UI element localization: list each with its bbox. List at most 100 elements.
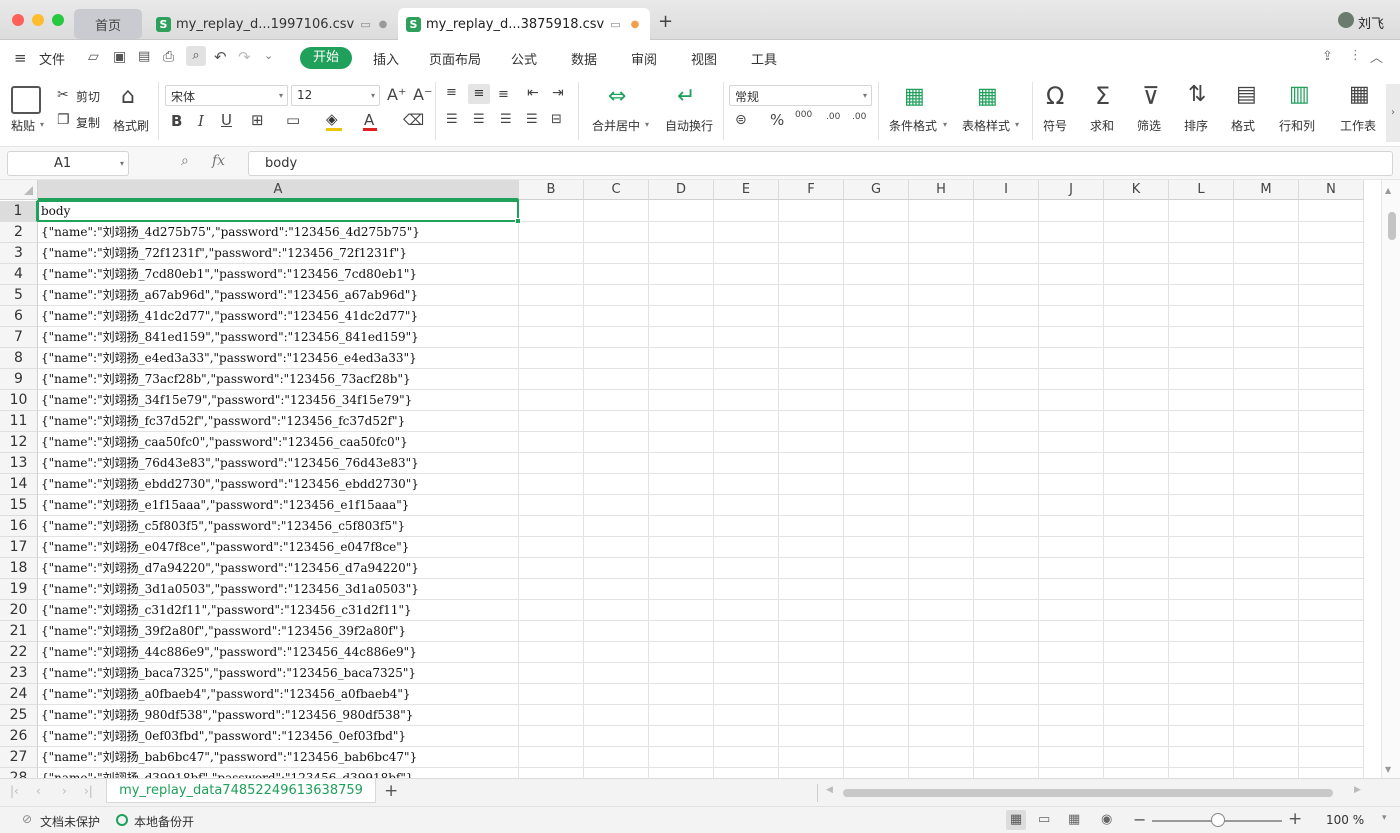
tab-formula[interactable]: 公式 <box>511 49 537 68</box>
print-icon[interactable]: ⎙ <box>163 49 174 65</box>
font-name-select[interactable]: 宋体 ▾ <box>165 85 288 106</box>
select-all-corner[interactable] <box>0 180 38 200</box>
table-cell[interactable]: {"name":"刘翊扬_3d1a0503","password":"12345… <box>38 579 518 600</box>
column-header-K[interactable]: K <box>1104 180 1169 200</box>
merge-center-icon[interactable]: ⇔ <box>608 86 626 108</box>
zoom-out-icon[interactable]: − <box>1133 810 1146 829</box>
column-header-A[interactable]: A <box>38 180 519 200</box>
thousands-separator-icon[interactable]: 000 <box>795 111 812 120</box>
spreadsheet-grid[interactable]: ABCDEFGHIJKLMN 1 body 2 {"name":"刘翊扬_4d275b… <box>0 180 1381 778</box>
table-cell[interactable]: {"name":"刘翊扬_d7a94220","password":"12345… <box>38 558 518 579</box>
zoom-search-icon[interactable]: ⌕ <box>181 153 189 169</box>
table-cell[interactable]: {"name":"刘翊扬_44c886e9","password":"12345… <box>38 642 518 663</box>
table-cell[interactable]: {"name":"刘翊扬_ebdd2730","password":"12345… <box>38 474 518 495</box>
worksheet-icon[interactable]: ▦ <box>1349 84 1370 106</box>
first-sheet-icon[interactable]: |‹ <box>10 784 19 798</box>
table-style-icon[interactable]: ▦ <box>977 86 998 108</box>
paste-icon[interactable] <box>11 86 41 114</box>
conditional-format-icon[interactable]: ▦ <box>904 86 925 108</box>
redo-icon[interactable]: ↷ <box>238 48 251 66</box>
table-cell[interactable]: {"name":"刘翊扬_73acf28b","password":"12345… <box>38 369 518 390</box>
increase-font-icon[interactable]: A⁺ <box>387 87 406 103</box>
row-header[interactable]: 2 <box>0 222 38 243</box>
column-header-L[interactable]: L <box>1169 180 1234 200</box>
sort-icon[interactable]: ⇅ <box>1188 84 1206 106</box>
row-header[interactable]: 5 <box>0 285 38 306</box>
sort-label[interactable]: 排序 <box>1184 117 1208 134</box>
clear-format-icon[interactable]: ⌫ <box>403 113 424 128</box>
row-header[interactable]: 24 <box>0 684 38 705</box>
column-header-B[interactable]: B <box>519 180 584 200</box>
eye-protection-icon[interactable]: ◉ <box>1101 812 1112 827</box>
zoom-window-button[interactable] <box>52 14 64 26</box>
table-cell[interactable]: {"name":"刘翊扬_a67ab96d","password":"12345… <box>38 285 518 306</box>
tab-dot-icon[interactable]: ● <box>379 19 388 30</box>
normal-view-icon[interactable]: ▦ <box>1006 810 1026 830</box>
zoom-in-icon[interactable]: + <box>1288 809 1302 829</box>
tab-tools[interactable]: 工具 <box>751 49 777 68</box>
row-header[interactable]: 18 <box>0 558 38 579</box>
table-cell[interactable]: {"name":"刘翊扬_4d275b75","password":"12345… <box>38 222 518 243</box>
save-icon[interactable]: ▣ <box>113 49 126 65</box>
column-header-G[interactable]: G <box>844 180 909 200</box>
add-sheet-button[interactable]: + <box>384 781 398 801</box>
row-header[interactable]: 21 <box>0 621 38 642</box>
copy-label[interactable]: 复制 <box>76 114 100 131</box>
column-header-I[interactable]: I <box>974 180 1039 200</box>
formula-input[interactable]: body <box>248 151 1393 176</box>
last-sheet-icon[interactable]: ›| <box>84 784 93 798</box>
table-cell[interactable]: {"name":"刘翊扬_e047f8ce","password":"12345… <box>38 537 518 558</box>
table-cell[interactable]: {"name":"刘翊扬_0ef03fbd","password":"12345… <box>38 726 518 747</box>
sum-label[interactable]: 求和 <box>1090 117 1114 134</box>
font-size-select[interactable]: 12 ▾ <box>291 85 380 106</box>
align-top-icon[interactable]: ≡ <box>446 86 457 99</box>
copy-icon[interactable]: ❐ <box>57 113 70 127</box>
scroll-up-icon[interactable]: ▲ <box>1385 186 1391 195</box>
column-header-J[interactable]: J <box>1039 180 1104 200</box>
column-header-N[interactable]: N <box>1299 180 1364 200</box>
table-cell[interactable]: {"name":"刘翊扬_e1f15aaa","password":"12345… <box>38 495 518 516</box>
align-middle-icon[interactable]: ≡ <box>468 84 490 104</box>
open-folder-icon[interactable]: ▱ <box>88 49 99 65</box>
wrap-text-icon[interactable]: ↵ <box>677 86 695 108</box>
prev-sheet-icon[interactable]: ‹ <box>36 784 41 798</box>
worksheet-label[interactable]: 工作表 <box>1340 117 1376 134</box>
table-cell[interactable]: {"name":"刘翊扬_d39918bf","password":"12345… <box>38 768 518 778</box>
scissors-icon[interactable]: ✂ <box>57 88 69 102</box>
avatar[interactable] <box>1338 12 1354 28</box>
row-col-icon[interactable]: ▥ <box>1289 84 1310 106</box>
table-style-label[interactable]: 表格样式 <box>962 117 1010 134</box>
backup-status[interactable]: 本地备份开 <box>134 813 194 830</box>
column-header-C[interactable]: C <box>584 180 649 200</box>
align-right-icon[interactable]: ☰ <box>500 113 512 126</box>
tab-view[interactable]: 视图 <box>691 49 717 68</box>
scroll-left-icon[interactable]: ◀ <box>826 785 833 795</box>
row-header[interactable]: 20 <box>0 600 38 621</box>
zoom-slider-knob[interactable] <box>1211 813 1225 827</box>
sheet-tab[interactable]: my_replay_data74852249613638759 <box>106 779 376 803</box>
percent-icon[interactable]: % <box>770 113 784 128</box>
row-header[interactable]: 26 <box>0 726 38 747</box>
sigma-icon[interactable]: Σ <box>1095 84 1110 108</box>
menu-file[interactable]: 文件 <box>39 49 65 68</box>
border-icon[interactable]: ⊞ <box>251 113 264 128</box>
tab-start[interactable]: 开始 <box>300 47 352 69</box>
table-cell[interactable]: {"name":"刘翊扬_caa50fc0","password":"12345… <box>38 432 518 453</box>
decrease-font-icon[interactable]: A⁻ <box>413 87 432 103</box>
row-header[interactable]: 16 <box>0 516 38 537</box>
format-label[interactable]: 格式 <box>1231 117 1255 134</box>
more-icon[interactable]: ⋮ <box>1349 48 1362 63</box>
row-header[interactable]: 8 <box>0 348 38 369</box>
indent-decrease-icon[interactable]: ⇤ <box>527 86 539 100</box>
row-header[interactable]: 3 <box>0 243 38 264</box>
chevron-down-icon[interactable]: ▾ <box>1015 120 1019 129</box>
protect-status[interactable]: 文档未保护 <box>40 813 100 830</box>
paste-label[interactable]: 粘贴 <box>11 117 35 134</box>
tab-data[interactable]: 数据 <box>571 49 597 68</box>
row-header[interactable]: 14 <box>0 474 38 495</box>
wrap-text-label[interactable]: 自动换行 <box>665 117 713 134</box>
row-header[interactable]: 22 <box>0 642 38 663</box>
more-dropdown-icon[interactable]: ⌄ <box>264 49 273 62</box>
fill-handle[interactable] <box>515 218 521 224</box>
column-header-H[interactable]: H <box>909 180 974 200</box>
